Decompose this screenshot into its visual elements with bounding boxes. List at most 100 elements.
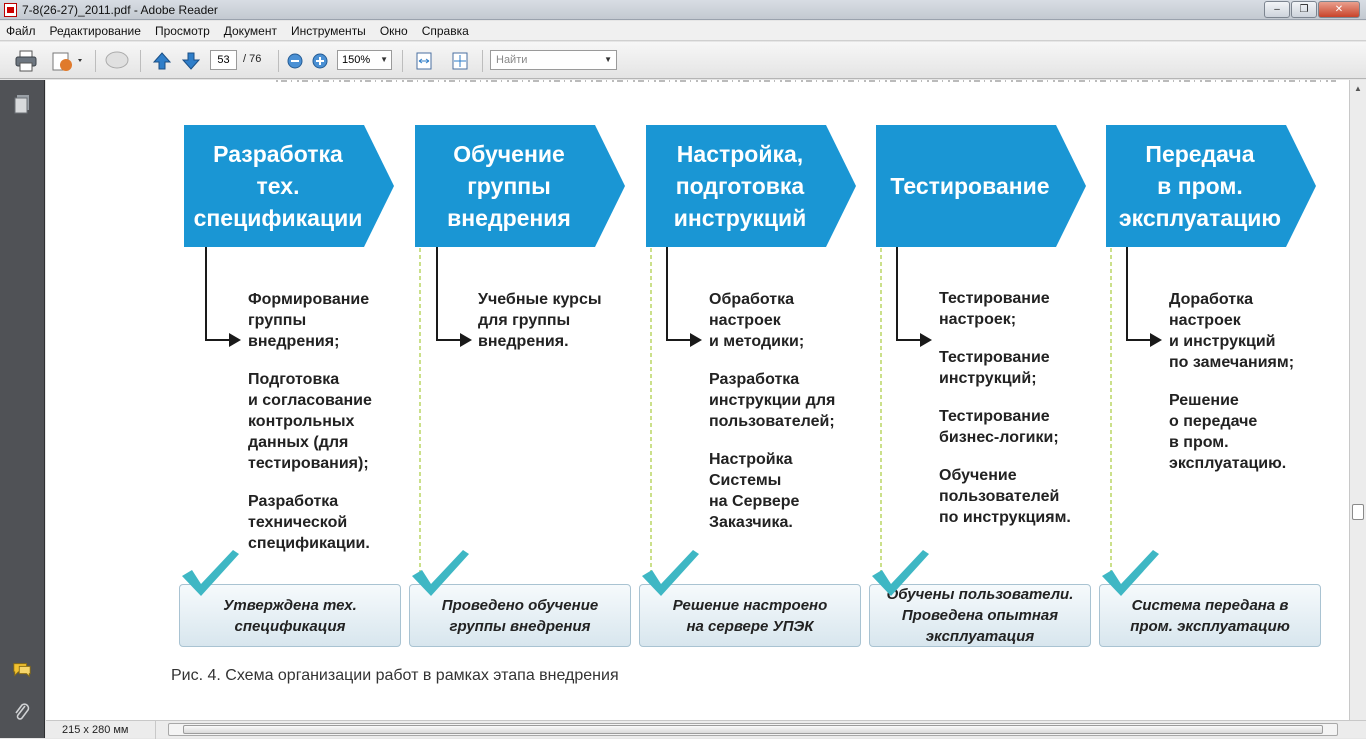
menu-tools[interactable]: Инструменты — [291, 24, 373, 38]
zoom-out-icon — [287, 53, 303, 69]
task-item: Настройка Системы на Сервере Заказчика. — [709, 451, 800, 531]
next-page-button[interactable] — [179, 50, 203, 72]
arrow-right-icon — [690, 333, 702, 347]
task-item: Подготовка и согласование контрольных да… — [248, 371, 372, 472]
cut-off-text-line — [276, 80, 1336, 82]
toolbar-separator — [140, 50, 141, 72]
connector-line — [666, 247, 668, 341]
pages-panel-button[interactable] — [12, 94, 32, 114]
menu-file[interactable]: Файл — [6, 24, 43, 38]
task-item: Тестирование настроек; — [939, 290, 1050, 328]
checkmark-icon — [1102, 550, 1159, 596]
stage-header: Тестирование — [876, 125, 1086, 247]
checkmark-icon — [872, 550, 929, 596]
checkmark-icon — [412, 550, 469, 596]
maximize-button[interactable]: ❐ — [1291, 1, 1317, 18]
task-list: Тестирование настроек; Тестирование инст… — [939, 288, 1099, 545]
paperclip-icon — [15, 703, 30, 720]
comment-icon — [105, 51, 129, 69]
divider-line — [419, 248, 421, 578]
arrow-right-icon — [460, 333, 472, 347]
zoom-in-button[interactable] — [311, 50, 329, 72]
task-list: Доработка настроек и инструкций по замеч… — [1169, 289, 1329, 491]
window-controls: – ❐ ✕ — [1264, 1, 1360, 18]
toolbar — [0, 42, 1366, 79]
zoom-in-icon — [312, 53, 328, 69]
print-button[interactable] — [12, 50, 40, 72]
stage-title: Разработка тех. спецификации — [193, 141, 363, 231]
task-item: Тестирование бизнес-логики; — [939, 408, 1059, 446]
chevron-down-icon: ▼ — [380, 55, 388, 64]
page-number-input[interactable]: 53 — [210, 50, 237, 70]
zoom-out-button[interactable] — [286, 50, 304, 72]
navigation-pane — [0, 80, 45, 738]
task-list: Учебные курсы для группы внедрения. — [478, 289, 638, 369]
menu-window[interactable]: Окно — [380, 24, 415, 38]
scrollbar-thumb[interactable] — [183, 725, 1323, 734]
fit-width-button[interactable] — [412, 50, 436, 72]
status-bar: 215 x 280 мм — [46, 720, 1366, 739]
minimize-button[interactable]: – — [1264, 1, 1290, 18]
zoom-value: 150% — [342, 54, 371, 66]
page-size-label: 215 x 280 мм — [46, 721, 156, 739]
menu-help[interactable]: Справка — [422, 24, 476, 38]
toolbar-separator — [278, 50, 279, 72]
task-item: Обработка настроек и методики; — [709, 291, 805, 350]
checkmark-icon — [642, 550, 699, 596]
printer-icon — [15, 50, 37, 72]
divider-line — [880, 248, 882, 578]
arrow-right-icon — [229, 333, 241, 347]
task-item: Тестирование инструкций; — [939, 349, 1050, 387]
scrollbar-thumb[interactable] — [1352, 504, 1364, 520]
previous-page-button[interactable] — [150, 50, 174, 72]
task-item: Доработка настроек и инструкций по замеч… — [1169, 291, 1295, 371]
menu-document[interactable]: Документ — [224, 24, 284, 38]
comments-panel-button[interactable] — [12, 660, 32, 680]
arrow-right-icon — [920, 333, 932, 347]
document-page: Разработка тех. спецификации Обучение гр… — [46, 80, 1349, 720]
connector-line — [436, 339, 462, 341]
divider-line — [650, 248, 652, 578]
scroll-up-icon[interactable]: ▲ — [1354, 84, 1362, 93]
pdf-file-icon — [4, 3, 17, 17]
share-button[interactable] — [48, 50, 88, 72]
chevron-down-icon: ▼ — [604, 55, 612, 64]
connector-line — [436, 247, 438, 341]
stage-header: Обучение группы внедрения — [415, 125, 625, 247]
checkmark-icon — [182, 550, 239, 596]
toolbar-separator — [482, 50, 483, 72]
stage-title: Тестирование — [890, 173, 1050, 199]
connector-line — [1126, 247, 1128, 341]
connector-line — [1126, 339, 1152, 341]
task-item: Обучение пользователей по инструкциям. — [939, 467, 1071, 526]
stage-title: Настройка, подготовка инструкций — [673, 141, 807, 231]
menu-view[interactable]: Просмотр — [155, 24, 217, 38]
connector-line — [896, 247, 898, 341]
arrow-down-icon — [181, 52, 201, 70]
menu-edit[interactable]: Редактирование — [50, 24, 148, 38]
task-list: Обработка настроек и методики; Разработк… — [709, 289, 869, 550]
task-list: Формирование группы внедрения; Подготовк… — [248, 289, 408, 571]
pages-icon — [14, 95, 29, 114]
task-item: Разработка технической спецификации. — [248, 493, 370, 552]
title-bar: 7-8(26-27)_2011.pdf - Adobe Reader – ❐ ✕ — [0, 0, 1366, 20]
arrow-up-icon — [152, 52, 172, 70]
arrow-right-icon — [1150, 333, 1162, 347]
search-input[interactable]: Найти ▼ — [490, 50, 617, 70]
fit-page-button[interactable] — [448, 50, 472, 72]
close-button[interactable]: ✕ — [1318, 1, 1360, 18]
task-item: Решение о передаче в пром. эксплуатацию. — [1169, 392, 1287, 472]
menu-bar: Файл Редактирование Просмотр Документ Ин… — [0, 21, 1366, 41]
connector-line — [896, 339, 922, 341]
zoom-select[interactable]: 150% ▼ — [337, 50, 392, 70]
task-item: Формирование группы внедрения; — [248, 291, 370, 350]
comment-button[interactable] — [102, 50, 132, 72]
share-icon — [52, 52, 82, 71]
task-item: Учебные курсы для группы внедрения. — [478, 291, 602, 350]
attachments-panel-button[interactable] — [12, 702, 32, 722]
vertical-scrollbar[interactable]: ▲ — [1349, 80, 1366, 720]
horizontal-scrollbar[interactable] — [168, 723, 1338, 736]
toolbar-separator — [95, 50, 96, 72]
stage-title: Обучение группы внедрения — [447, 141, 571, 231]
toolbar-separator — [402, 50, 403, 72]
